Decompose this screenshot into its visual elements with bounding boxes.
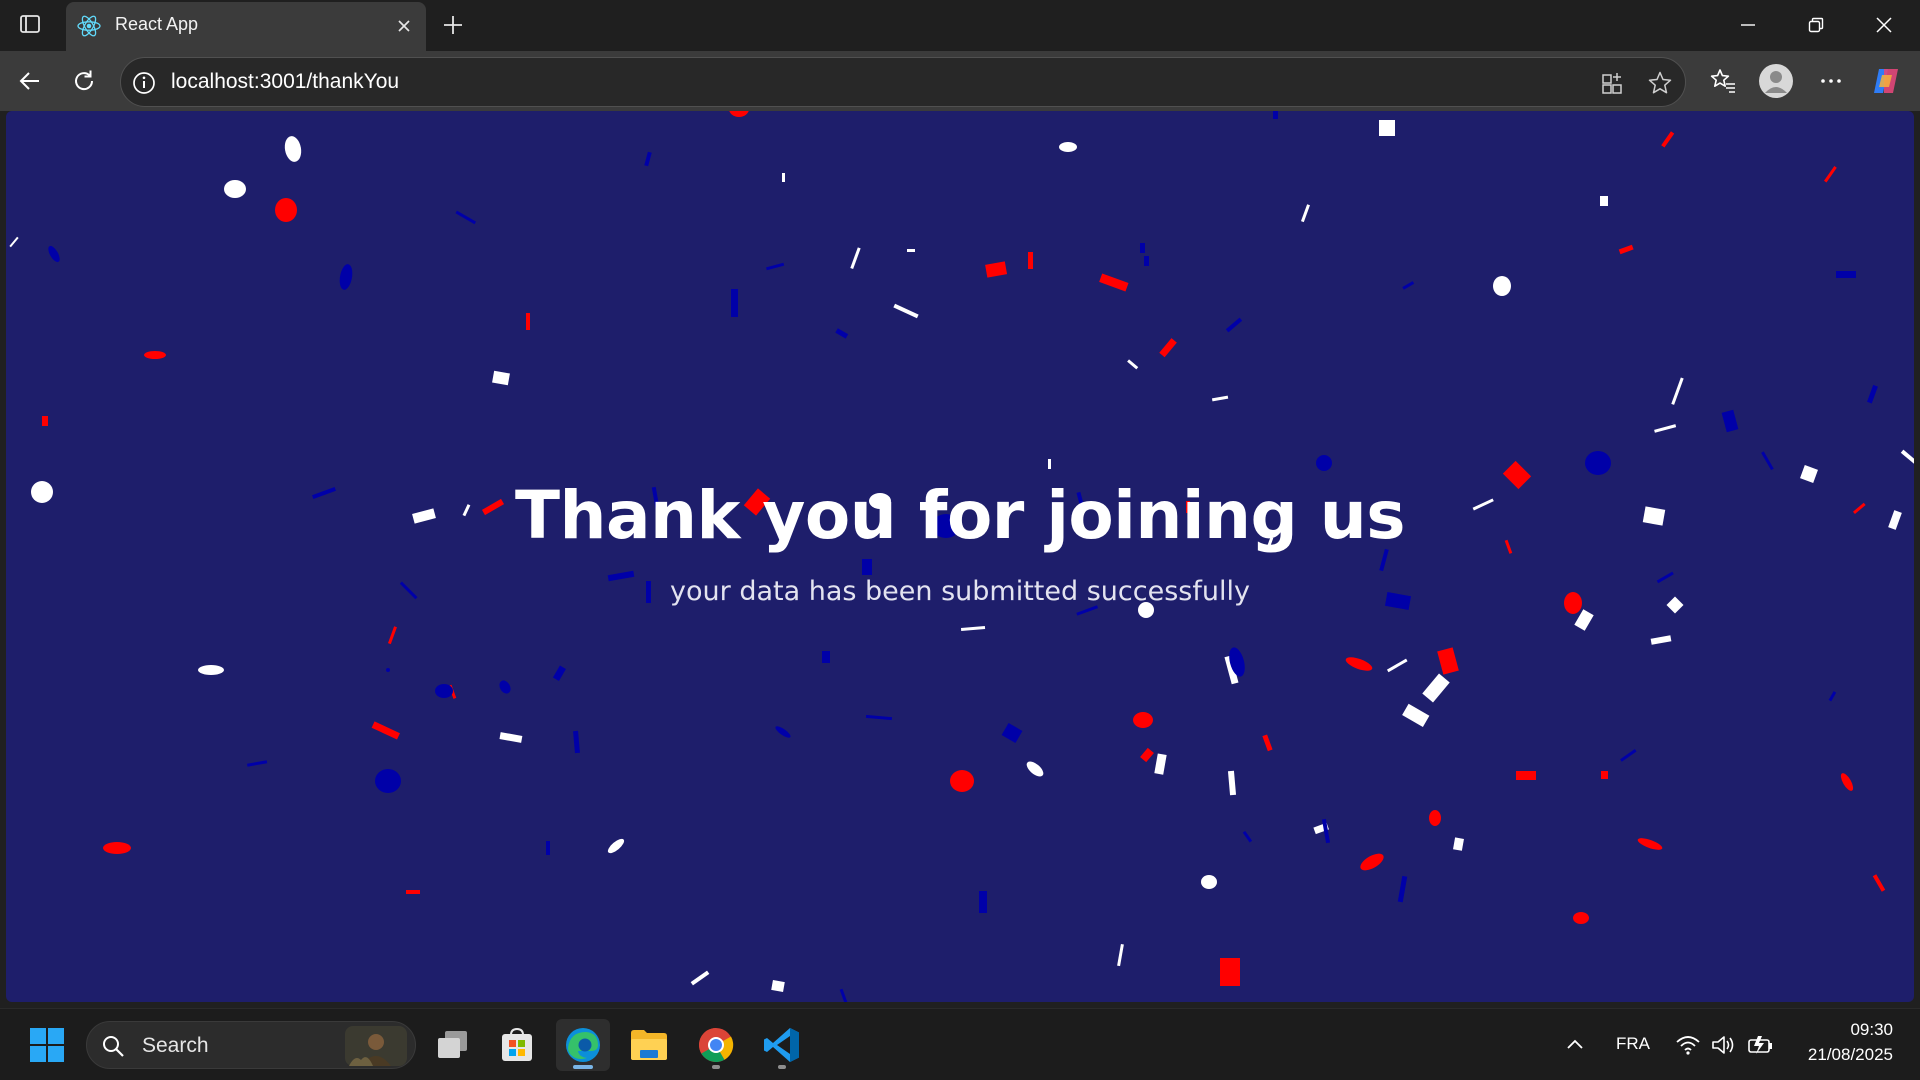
profile-icon [1759, 64, 1793, 98]
favorite-star-button[interactable] [1643, 66, 1677, 100]
address-bar[interactable]: localhost:3001/thankYou [120, 57, 1686, 107]
clock-time[interactable]: 09:30 [1827, 1020, 1893, 1040]
wifi-icon [1676, 1036, 1700, 1055]
close-window-button[interactable] [1850, 0, 1918, 50]
back-button[interactable] [10, 61, 50, 101]
network-button[interactable] [1674, 1031, 1702, 1059]
react-icon [77, 15, 101, 37]
windows-start-icon [30, 1028, 64, 1062]
running-app-indicator [778, 1065, 786, 1069]
refresh-button[interactable] [64, 61, 104, 101]
running-app-indicator [712, 1065, 720, 1069]
chrome-button[interactable] [689, 1019, 743, 1071]
close-icon [1876, 17, 1892, 33]
tab-close-button[interactable] [390, 12, 418, 40]
file-explorer-icon [631, 1030, 667, 1060]
search-label: Search [142, 1034, 209, 1057]
app-available-button[interactable] [1596, 66, 1630, 100]
browser-tab-active[interactable]: React App [66, 2, 426, 51]
plus-icon [444, 16, 462, 34]
search-icon [103, 1036, 124, 1057]
volume-button[interactable] [1710, 1031, 1738, 1059]
speaker-icon [1712, 1036, 1734, 1054]
back-arrow-icon [19, 72, 39, 90]
taskbar-search[interactable]: Search [86, 1021, 416, 1069]
close-icon [398, 20, 410, 32]
windows-taskbar: Search FRA 09:30 21/08/2025 [0, 1008, 1920, 1080]
page-viewport: Thank you for joining us your data has b… [6, 111, 1914, 1002]
browser-title-bar: React App [0, 0, 1920, 51]
microsoft-store-button[interactable] [490, 1019, 544, 1071]
microsoft-store-icon [502, 1027, 532, 1061]
app-available-icon [1602, 73, 1622, 94]
favorites-button[interactable] [1703, 61, 1743, 101]
minimize-button[interactable] [1714, 0, 1782, 50]
task-view-icon [438, 1031, 467, 1058]
show-hidden-icons-button[interactable] [1561, 1031, 1589, 1059]
chevron-up-icon [1567, 1039, 1583, 1049]
new-tab-button[interactable] [436, 8, 470, 42]
edge-icon [566, 1028, 600, 1062]
url-text[interactable]: localhost:3001/thankYou [171, 70, 399, 94]
active-app-indicator [573, 1065, 593, 1069]
language-indicator[interactable]: FRA [1616, 1034, 1650, 1054]
start-button[interactable] [20, 1019, 74, 1071]
chrome-icon [699, 1028, 734, 1062]
info-icon[interactable] [131, 70, 157, 96]
tab-actions-icon [20, 15, 40, 33]
clock-date[interactable]: 21/08/2025 [1797, 1045, 1893, 1065]
vscode-button[interactable] [755, 1019, 809, 1071]
edge-button[interactable] [556, 1019, 610, 1071]
minimize-icon [1741, 24, 1755, 26]
search-highlight-image [345, 1026, 407, 1066]
tab-actions-button[interactable] [12, 8, 48, 40]
copilot-icon [1874, 69, 1898, 93]
favorites-icon [1710, 69, 1735, 93]
refresh-icon [75, 70, 94, 91]
copilot-button[interactable] [1866, 61, 1906, 101]
restore-icon [1808, 17, 1824, 33]
browser-toolbar: localhost:3001/thankYou [0, 51, 1920, 111]
submission-message: your data has been submitted successfull… [670, 576, 1250, 607]
thank-you-heading: Thank you for joining us [515, 477, 1406, 554]
more-button[interactable] [1811, 61, 1851, 101]
star-icon [1648, 71, 1672, 94]
confetti-pieces [9, 111, 1914, 1002]
task-view-button[interactable] [426, 1019, 480, 1071]
battery-button[interactable] [1746, 1031, 1774, 1059]
restore-button[interactable] [1782, 0, 1850, 50]
vscode-icon [764, 1028, 799, 1062]
file-explorer-button[interactable] [622, 1019, 676, 1071]
more-icon [1821, 79, 1841, 83]
confetti-animation [9, 111, 1914, 1002]
profile-button[interactable] [1756, 61, 1796, 101]
tab-title: React App [115, 14, 199, 34]
battery-charging-icon [1748, 1036, 1772, 1054]
